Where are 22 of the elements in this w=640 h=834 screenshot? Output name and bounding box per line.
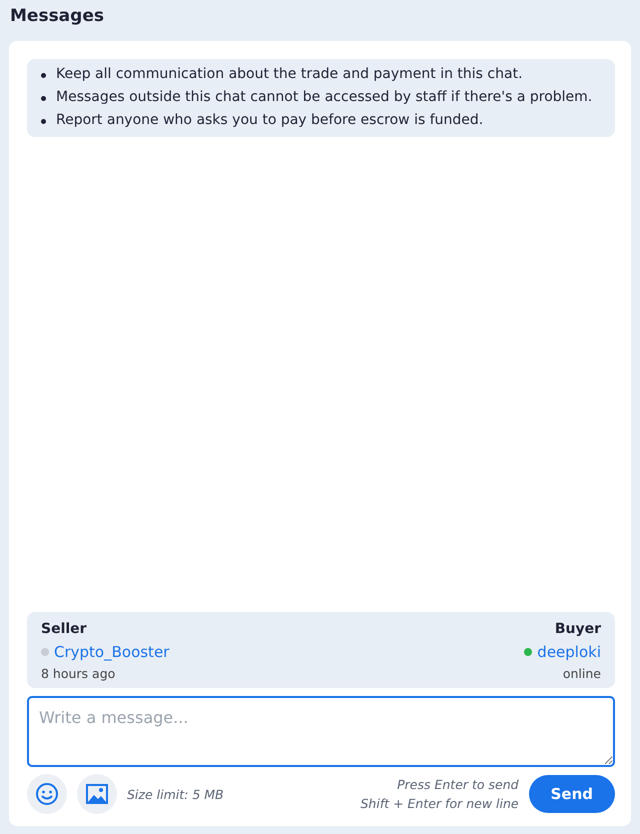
bullet-icon — [41, 96, 46, 101]
rule-text: Messages outside this chat cannot be accessed by staff if there's a problem. — [56, 88, 592, 107]
smiley-icon — [35, 782, 59, 806]
page-title: Messages — [9, 5, 104, 28]
bullet-icon — [41, 119, 46, 124]
size-limit-text: Size limit: 5 MB — [127, 786, 224, 802]
user-link[interactable]: deeploki — [537, 641, 601, 663]
hint-text: Shift + Enter for new line — [360, 795, 519, 813]
last-seen-text: 8 hours ago — [41, 665, 116, 683]
send-button[interactable]: Send — [528, 775, 615, 813]
bullet-icon — [41, 73, 46, 78]
emoji-button[interactable] — [27, 774, 67, 814]
image-button[interactable] — [77, 774, 117, 814]
user-link[interactable]: Crypto_Booster — [54, 641, 170, 663]
hint-text: Press Enter to send — [397, 776, 519, 794]
message-field[interactable]: Write a message... — [27, 696, 615, 767]
role-label: Buyer — [554, 620, 601, 639]
rule-text: Keep all communication about the trade and payment in this chat. — [56, 65, 523, 84]
rule-text: Report anyone who asks you to pay before escrow is funded. — [56, 111, 484, 130]
image-icon — [86, 784, 108, 804]
role-label: Seller — [41, 620, 88, 639]
last-seen-text: online — [562, 665, 601, 683]
